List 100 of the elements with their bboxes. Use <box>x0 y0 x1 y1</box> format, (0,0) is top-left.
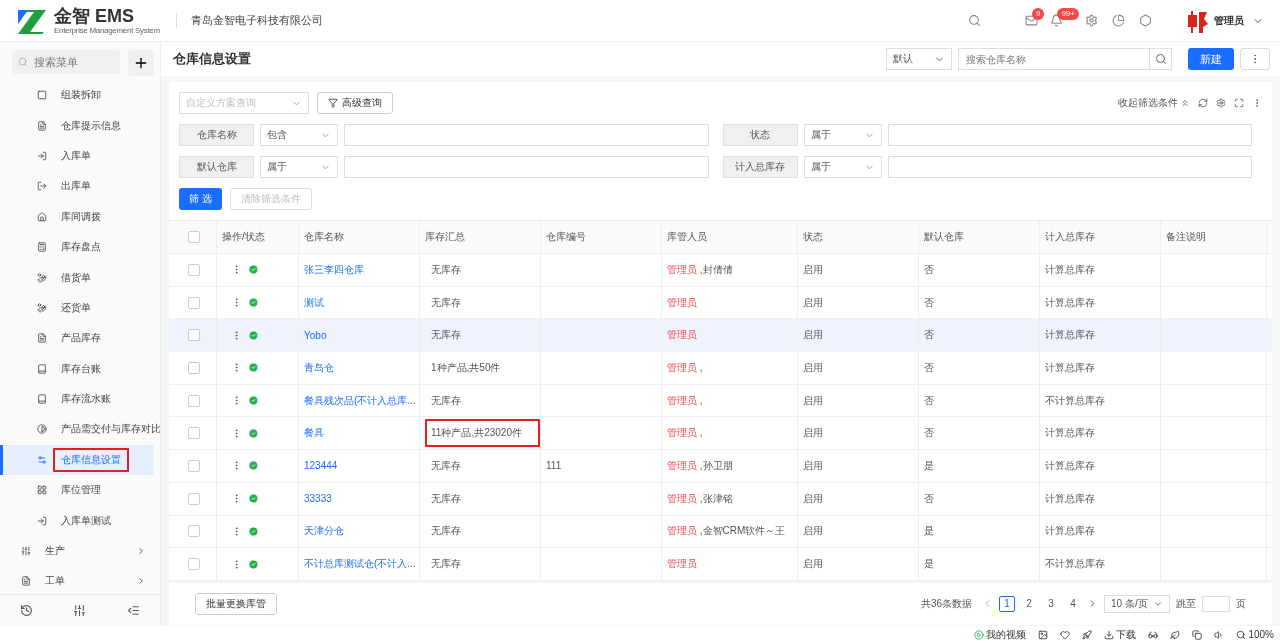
jump-input[interactable] <box>1202 595 1230 612</box>
menu-item[interactable]: 库存台账 <box>0 353 154 384</box>
warehouse-name-link[interactable]: 青岛仓 <box>304 360 334 375</box>
bell-icon[interactable] <box>1050 14 1064 27</box>
table-cell: 是 <box>924 524 934 539</box>
menu-item-icon <box>37 181 47 192</box>
download-link[interactable]: 下载 <box>1104 627 1137 642</box>
copy-icon[interactable] <box>1192 629 1203 640</box>
menu-item[interactable]: 产品库存 <box>0 323 154 354</box>
hexagon-icon[interactable] <box>1139 14 1152 27</box>
menu-item[interactable]: 入库单测试 <box>0 505 154 536</box>
menu-search-box[interactable]: 搜索菜单 <box>12 50 120 74</box>
search-icon <box>1154 53 1167 65</box>
page-size-select[interactable]: 10 条/页 <box>1104 594 1170 613</box>
table-cell: 启用 <box>803 524 823 539</box>
checkbox[interactable] <box>188 427 200 440</box>
check-circle-icon <box>248 395 259 407</box>
menu-item[interactable]: 库间调拨 <box>0 201 154 232</box>
add-button[interactable] <box>128 50 154 76</box>
volume-icon[interactable] <box>1214 629 1225 640</box>
pie-chart-icon[interactable] <box>1112 14 1125 27</box>
warehouse-name-link[interactable]: 33333 <box>304 493 332 505</box>
checkbox[interactable] <box>188 394 200 407</box>
warehouse-name-link[interactable]: Yobo <box>304 329 327 341</box>
operator-select[interactable]: 包含 <box>260 124 338 146</box>
menu-item[interactable]: 库存盘点 <box>0 231 154 263</box>
table-cell: 计算总库存 <box>1045 360 1095 375</box>
checkbox[interactable] <box>188 558 200 571</box>
zoom-level[interactable]: 100% <box>1236 629 1274 640</box>
user-name[interactable]: 管理员 <box>1214 13 1244 28</box>
warehouse-name-link[interactable]: 不计总库测试仓(不计入... <box>304 557 416 572</box>
table-cell: 管理员 <box>667 295 697 310</box>
filter-input[interactable] <box>344 124 709 146</box>
warehouse-name-link[interactable]: 测试 <box>304 295 324 310</box>
operator-select[interactable]: 属于 <box>803 156 882 178</box>
collapse-menu-icon[interactable] <box>126 604 140 617</box>
leaf-icon[interactable] <box>1170 629 1181 640</box>
table-cell: 管理员 , <box>667 426 703 441</box>
search-box[interactable]: 搜索仓库名称 <box>958 48 1172 70</box>
menu-item[interactable]: 库位管理 <box>0 475 154 506</box>
warehouse-name-link[interactable]: 123444 <box>304 460 338 472</box>
fullscreen-icon[interactable] <box>1234 98 1244 108</box>
filter-button[interactable]: 筛 选 <box>179 188 222 210</box>
checkbox[interactable] <box>188 263 200 276</box>
glasses-icon[interactable] <box>1148 629 1159 640</box>
menu-item[interactable]: 生产 <box>0 535 154 567</box>
menu-item[interactable]: 出库单 <box>0 171 154 202</box>
table-cell: 计算总库存 <box>1045 262 1095 277</box>
warehouse-name-link[interactable]: 餐具残次品(不计入总库... <box>304 393 416 408</box>
advanced-query-button[interactable]: 高级查询 <box>317 92 393 114</box>
batch-change-button[interactable]: 批量更换库管 <box>195 592 277 615</box>
view-select[interactable]: 默认 <box>886 48 952 70</box>
menu-item[interactable]: 工单 <box>0 566 154 594</box>
checkbox[interactable] <box>188 329 200 342</box>
menu-item-icon <box>21 546 31 557</box>
menu-item[interactable]: 入库单 <box>0 140 154 172</box>
checkbox[interactable] <box>188 231 200 243</box>
menu-item[interactable]: 组装拆卸 <box>0 80 154 111</box>
page-button[interactable]: 1 <box>999 595 1015 612</box>
filter-input[interactable] <box>887 156 1252 178</box>
search-icon[interactable] <box>967 14 981 27</box>
page-button[interactable]: 3 <box>1043 595 1059 612</box>
rocket-icon[interactable] <box>1082 629 1093 640</box>
collapse-filters-link[interactable]: 收起筛选条件 <box>1118 96 1190 110</box>
inbox-icon[interactable] <box>1024 14 1038 27</box>
warehouse-name-link[interactable]: 张三李四仓库 <box>304 262 364 277</box>
page-button[interactable]: 2 <box>1021 595 1037 612</box>
image-icon[interactable] <box>1038 629 1049 640</box>
page-button[interactable]: 4 <box>1065 595 1081 612</box>
table-cell: 启用 <box>803 328 823 343</box>
checkbox[interactable] <box>188 361 200 374</box>
settings-icon[interactable] <box>1216 98 1226 108</box>
company-name: 青岛金智电子科技有限公司 <box>175 13 323 28</box>
settings-icon[interactable] <box>1085 14 1098 27</box>
new-button[interactable]: 新建 <box>1188 48 1234 70</box>
sliders-icon[interactable] <box>73 604 87 617</box>
menu-search-field[interactable]: 搜索菜单 <box>32 55 112 69</box>
menu-item[interactable]: 仓库提示信息 <box>0 110 154 141</box>
menu-item[interactable]: 借货单 <box>0 262 154 293</box>
operator-select[interactable]: 属于 <box>803 124 882 146</box>
operator-select[interactable]: 属于 <box>260 156 338 178</box>
history-icon[interactable] <box>20 604 34 617</box>
menu-item[interactable]: 还货单 <box>0 292 154 324</box>
checkbox[interactable] <box>188 296 200 309</box>
checkbox[interactable] <box>188 459 200 472</box>
heart-icon[interactable] <box>1060 629 1071 640</box>
warehouse-name-link[interactable]: 餐具 <box>304 426 324 441</box>
checkbox[interactable] <box>188 492 200 505</box>
warehouse-name-link[interactable]: 天津分仓 <box>304 524 344 539</box>
menu-item[interactable]: 仓库信息设置 <box>0 444 154 476</box>
menu-item-label: 入库单 <box>60 148 92 163</box>
table-cell: 计算总库存 <box>1045 295 1095 310</box>
menu-item[interactable]: 库存流水账 <box>0 383 154 415</box>
page-unit: 页 <box>1236 596 1246 611</box>
video-link[interactable]: 我的视频 <box>974 627 1027 642</box>
filter-input[interactable] <box>344 156 709 178</box>
filter-input[interactable] <box>887 124 1252 146</box>
refresh-icon[interactable] <box>1198 98 1208 108</box>
checkbox[interactable] <box>188 525 200 538</box>
menu-item-label: 库间调拨 <box>60 209 102 224</box>
